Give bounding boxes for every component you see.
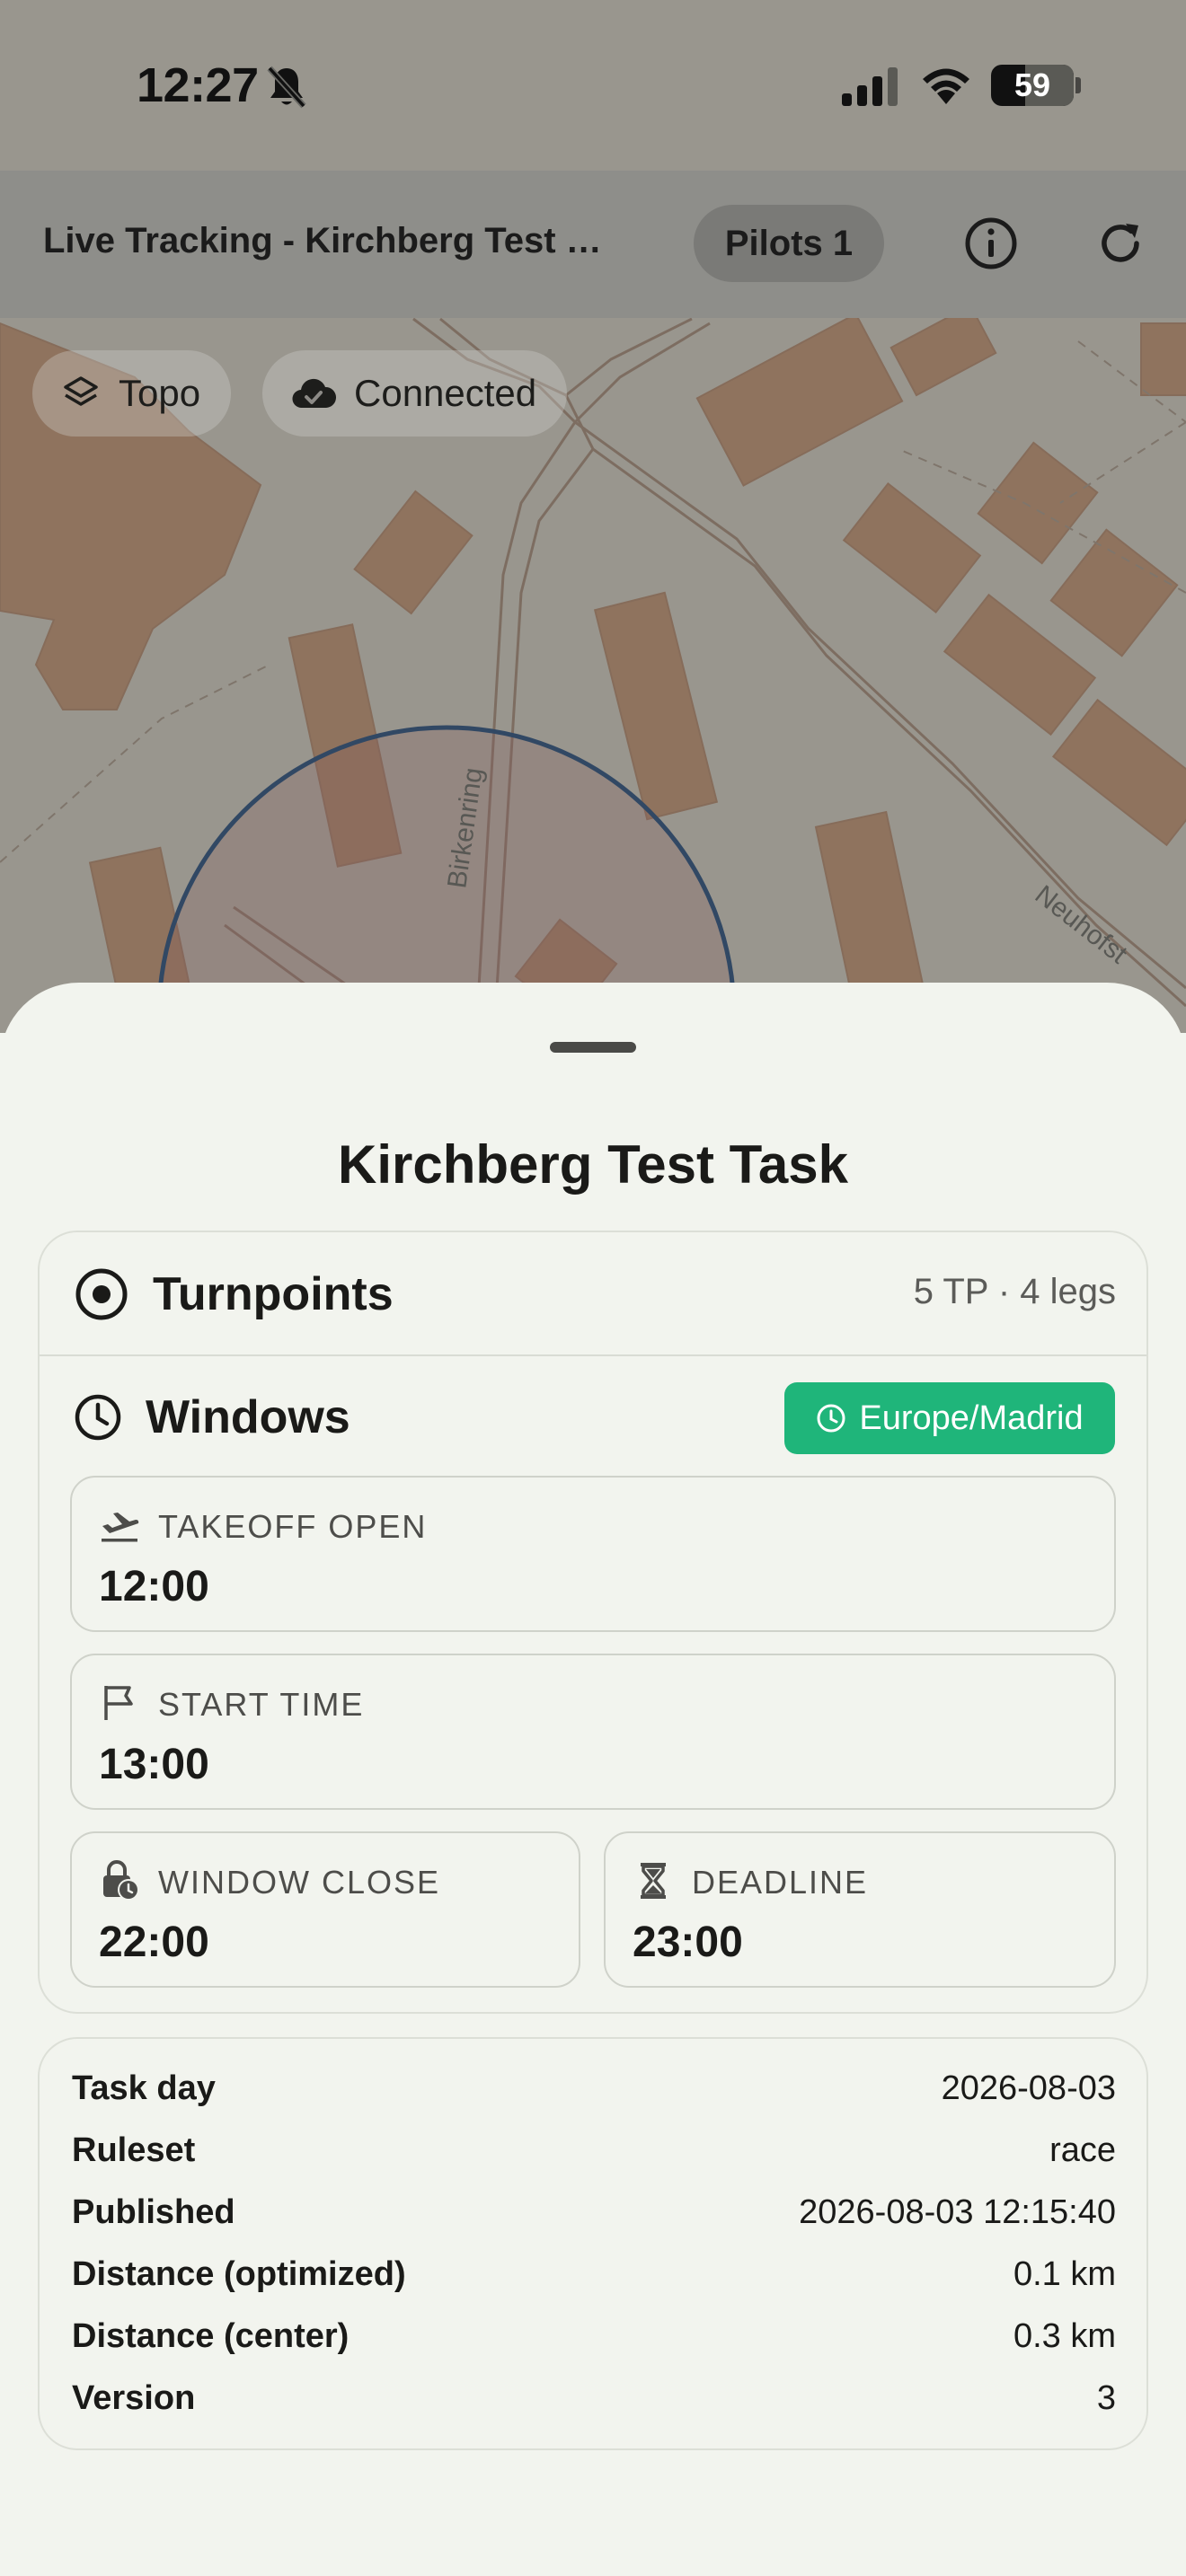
info-value: 0.3 km bbox=[1013, 2317, 1116, 2355]
deadline-box: DEADLINE 23:00 bbox=[604, 1831, 1116, 1988]
info-circle-icon bbox=[965, 217, 1017, 269]
start-time-label: START TIME bbox=[158, 1686, 365, 1723]
start-time-value: 13:00 bbox=[99, 1741, 209, 1788]
clock-icon bbox=[816, 1403, 846, 1434]
deadline-label: DEADLINE bbox=[692, 1864, 869, 1901]
turnpoints-row[interactable]: Turnpoints 5 TP · 4 legs bbox=[38, 1232, 1148, 1354]
timezone-text: Europe/Madrid bbox=[859, 1398, 1084, 1437]
start-time-box: START TIME 13:00 bbox=[70, 1654, 1116, 1810]
windows-heading: Windows bbox=[74, 1390, 350, 1444]
section-divider bbox=[40, 1354, 1146, 1356]
window-close-value: 22:00 bbox=[99, 1919, 209, 1966]
flag-icon bbox=[99, 1682, 138, 1724]
cloud-done-icon bbox=[291, 375, 336, 411]
window-close-label: WINDOW CLOSE bbox=[158, 1864, 441, 1901]
info-value: race bbox=[1049, 2131, 1116, 2169]
info-row-published: Published 2026-08-03 12:15:40 bbox=[72, 2193, 1116, 2232]
turnpoints-heading: Turnpoints bbox=[74, 1266, 394, 1322]
info-key: Distance (center) bbox=[72, 2317, 350, 2355]
task-title: Kirchberg Test Task bbox=[338, 1134, 848, 1195]
takeoff-icon bbox=[99, 1504, 140, 1546]
info-value: 3 bbox=[1096, 2379, 1116, 2417]
takeoff-open-label: TAKEOFF OPEN bbox=[158, 1508, 428, 1545]
sheet-drag-handle[interactable] bbox=[550, 1042, 636, 1053]
deadline-value: 23:00 bbox=[633, 1919, 743, 1966]
battery-nub bbox=[1075, 77, 1081, 93]
info-value: 0.1 km bbox=[1013, 2255, 1116, 2293]
info-key: Distance (optimized) bbox=[72, 2255, 406, 2293]
lock-clock-icon bbox=[99, 1860, 140, 1901]
layers-icon bbox=[61, 374, 101, 413]
hourglass-icon bbox=[633, 1860, 674, 1901]
info-row-task-day: Task day 2026-08-03 bbox=[72, 2069, 1116, 2108]
windows-heading-text: Windows bbox=[146, 1391, 350, 1443]
takeoff-open-box: TAKEOFF OPEN 12:00 bbox=[70, 1476, 1116, 1632]
refresh-button[interactable] bbox=[1082, 205, 1159, 282]
connection-status-chip: Connected bbox=[262, 350, 568, 437]
takeoff-open-value: 12:00 bbox=[99, 1563, 209, 1610]
info-key: Published bbox=[72, 2193, 235, 2231]
turnpoints-summary: 5 TP · 4 legs bbox=[913, 1272, 1116, 1311]
layer-chip-label: Topo bbox=[119, 372, 201, 414]
status-time: 12:27 bbox=[137, 58, 259, 112]
target-icon bbox=[75, 1268, 128, 1320]
cellular-signal-icon bbox=[842, 67, 898, 106]
info-key: Task day bbox=[72, 2069, 216, 2107]
info-row-ruleset: Ruleset race bbox=[72, 2131, 1116, 2170]
clock-icon bbox=[75, 1394, 121, 1441]
wifi-icon bbox=[923, 68, 969, 104]
page-title: Live Tracking - Kirchberg Test … bbox=[43, 221, 602, 260]
timezone-badge: Europe/Madrid bbox=[784, 1382, 1115, 1454]
info-key: Version bbox=[72, 2379, 196, 2417]
pilots-button[interactable]: Pilots 1 bbox=[694, 205, 884, 282]
info-key: Ruleset bbox=[72, 2131, 196, 2169]
battery-icon: 59 bbox=[991, 65, 1074, 106]
status-bar: 12:27 59 bbox=[0, 0, 1186, 171]
info-value: 2026-08-03 bbox=[941, 2069, 1116, 2107]
battery-percentage: 59 bbox=[1013, 66, 1051, 103]
connection-chip-label: Connected bbox=[354, 372, 537, 414]
info-row-distance-center: Distance (center) 0.3 km bbox=[72, 2317, 1116, 2356]
bell-muted-icon bbox=[267, 66, 306, 109]
info-row-version: Version 3 bbox=[72, 2379, 1116, 2418]
window-close-box: WINDOW CLOSE 22:00 bbox=[70, 1831, 580, 1988]
info-button[interactable] bbox=[952, 205, 1030, 282]
info-value: 2026-08-03 12:15:40 bbox=[799, 2193, 1116, 2231]
info-row-distance-optimized: Distance (optimized) 0.1 km bbox=[72, 2255, 1116, 2294]
refresh-icon bbox=[1102, 224, 1139, 262]
layer-toggle-chip[interactable]: Topo bbox=[32, 350, 232, 437]
turnpoints-heading-text: Turnpoints bbox=[153, 1268, 394, 1320]
